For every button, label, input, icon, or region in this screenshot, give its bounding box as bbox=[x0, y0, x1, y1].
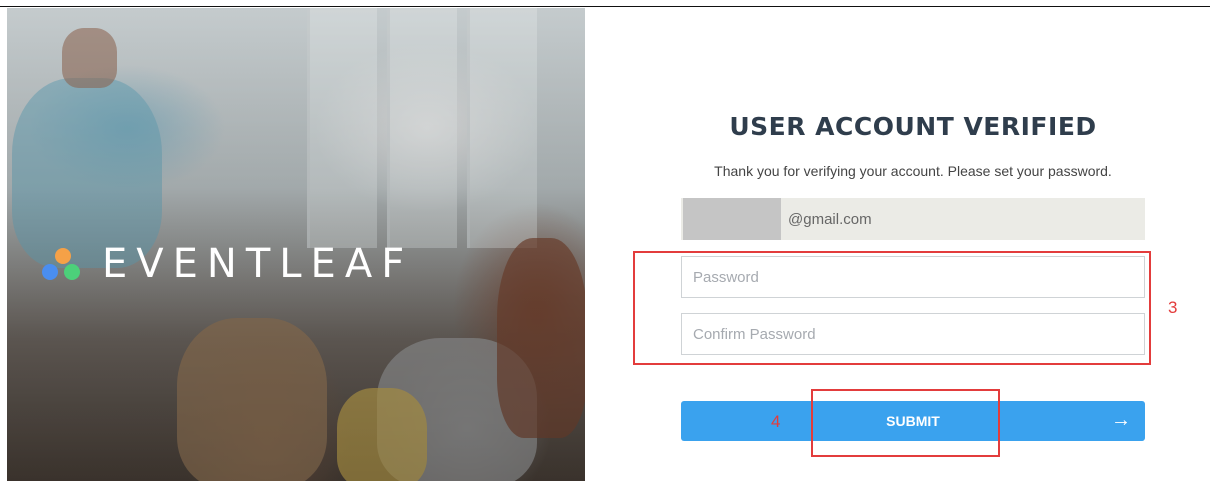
audience-figure bbox=[337, 388, 427, 481]
audience-figure bbox=[497, 238, 585, 438]
window-pane bbox=[307, 8, 377, 248]
annotation-box-fields bbox=[633, 251, 1151, 365]
email-redaction bbox=[683, 198, 781, 240]
top-border bbox=[0, 0, 1210, 7]
logo-dot bbox=[64, 264, 80, 280]
page-subtitle: Thank you for verifying your account. Pl… bbox=[714, 163, 1112, 179]
presenter-head bbox=[62, 28, 117, 88]
logo-dots-icon bbox=[42, 245, 80, 283]
annotation-number: 3 bbox=[1168, 298, 1178, 317]
annotation-box-submit bbox=[811, 389, 1000, 457]
audience-figure bbox=[377, 338, 537, 481]
presenter-figure bbox=[12, 78, 162, 268]
window-pane bbox=[467, 8, 537, 248]
hero-image-panel: EVENTLEAF bbox=[7, 8, 585, 481]
brand-logo: EVENTLEAF bbox=[42, 244, 413, 284]
window-pane bbox=[387, 8, 457, 248]
brand-name: EVENTLEAF bbox=[102, 241, 414, 287]
logo-dot bbox=[42, 264, 58, 280]
logo-dot bbox=[55, 248, 71, 264]
arrow-right-icon: → bbox=[1111, 409, 1131, 431]
audience-figure bbox=[177, 318, 327, 481]
page-title: USER ACCOUNT VERIFIED bbox=[729, 112, 1097, 141]
annotation-number: 4 bbox=[771, 412, 781, 431]
